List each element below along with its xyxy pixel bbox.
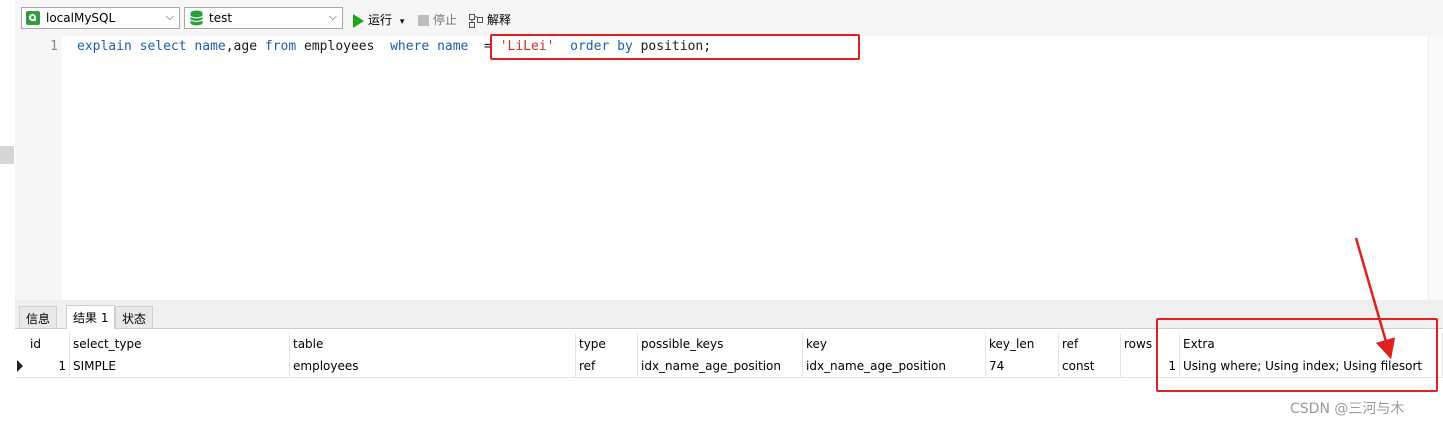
annotation-box-extra [1156, 318, 1438, 392]
tab-result-1[interactable]: 结果 1 [66, 305, 116, 329]
column-header-possible-keys[interactable]: possible_keys [638, 333, 803, 355]
cell-table[interactable]: employees [290, 355, 576, 377]
mysql-connection-icon [26, 11, 40, 25]
sql-text: employees [296, 39, 391, 54]
window-left-edge [0, 0, 15, 425]
sql-keyword: name [437, 39, 469, 54]
tab-info[interactable]: 信息 [19, 306, 58, 328]
run-button[interactable]: 运行 ▾ [353, 11, 404, 28]
watermark-text: CSDN @三河与木 [1290, 401, 1405, 417]
current-row-marker-icon [17, 360, 23, 372]
column-header-key-len[interactable]: key_len [986, 333, 1059, 355]
chevron-down-icon: ⌵ [165, 10, 174, 23]
sql-keyword: select [139, 39, 187, 54]
stop-icon [418, 15, 429, 26]
sql-keyword: from [264, 39, 297, 54]
database-select[interactable]: test ⌵ [184, 7, 343, 29]
cell-select-type[interactable]: SIMPLE [70, 355, 290, 377]
run-dropdown-icon[interactable]: ▾ [400, 17, 405, 27]
column-header-type[interactable]: type [576, 333, 638, 355]
connection-select[interactable]: localMySQL ⌵ [21, 7, 180, 29]
line-number: 1 [50, 39, 58, 54]
editor-scrollbar[interactable] [1428, 36, 1443, 300]
run-label: 运行 [368, 13, 393, 27]
cell-id[interactable]: 1 [27, 355, 70, 377]
column-header-select-type[interactable]: select_type [70, 333, 290, 355]
column-header-key[interactable]: key [803, 333, 986, 355]
stop-label: 停止 [433, 13, 458, 27]
connection-select-value: localMySQL [46, 11, 116, 25]
column-header-table[interactable]: table [290, 333, 576, 355]
line-number-gutter: 1 [15, 36, 62, 300]
cell-key-len[interactable]: 74 [986, 355, 1059, 377]
cell-possible-keys[interactable]: idx_name_age_position [638, 355, 803, 377]
cell-type[interactable]: ref [576, 355, 638, 377]
play-icon [353, 13, 364, 28]
explain-label: 解释 [487, 13, 512, 27]
sql-keyword: name [194, 39, 226, 54]
annotation-box-where-order [490, 34, 860, 60]
explain-icon [469, 13, 483, 28]
database-icon [190, 10, 203, 26]
column-header-ref[interactable]: ref [1059, 333, 1121, 355]
cell-key[interactable]: idx_name_age_position [803, 355, 986, 377]
tab-status[interactable]: 状态 [115, 306, 154, 328]
query-toolbar: localMySQL ⌵ test ⌵ 运行 ▾ 停止 解释 [15, 0, 1443, 36]
chevron-down-icon: ⌵ [328, 10, 337, 23]
stop-button[interactable]: 停止 [418, 11, 457, 28]
sql-keyword: where [390, 39, 430, 54]
explain-button[interactable]: 解释 [469, 11, 511, 28]
database-select-value: test [209, 11, 233, 25]
sql-editor[interactable]: 1 explain select name,age from employees… [15, 34, 1428, 300]
side-panel-handle[interactable] [0, 146, 14, 164]
sql-keyword: explain [77, 39, 132, 54]
cell-ref[interactable]: const [1059, 355, 1121, 377]
sql-text: ,age [225, 39, 265, 54]
column-header-id[interactable]: id [27, 333, 70, 355]
